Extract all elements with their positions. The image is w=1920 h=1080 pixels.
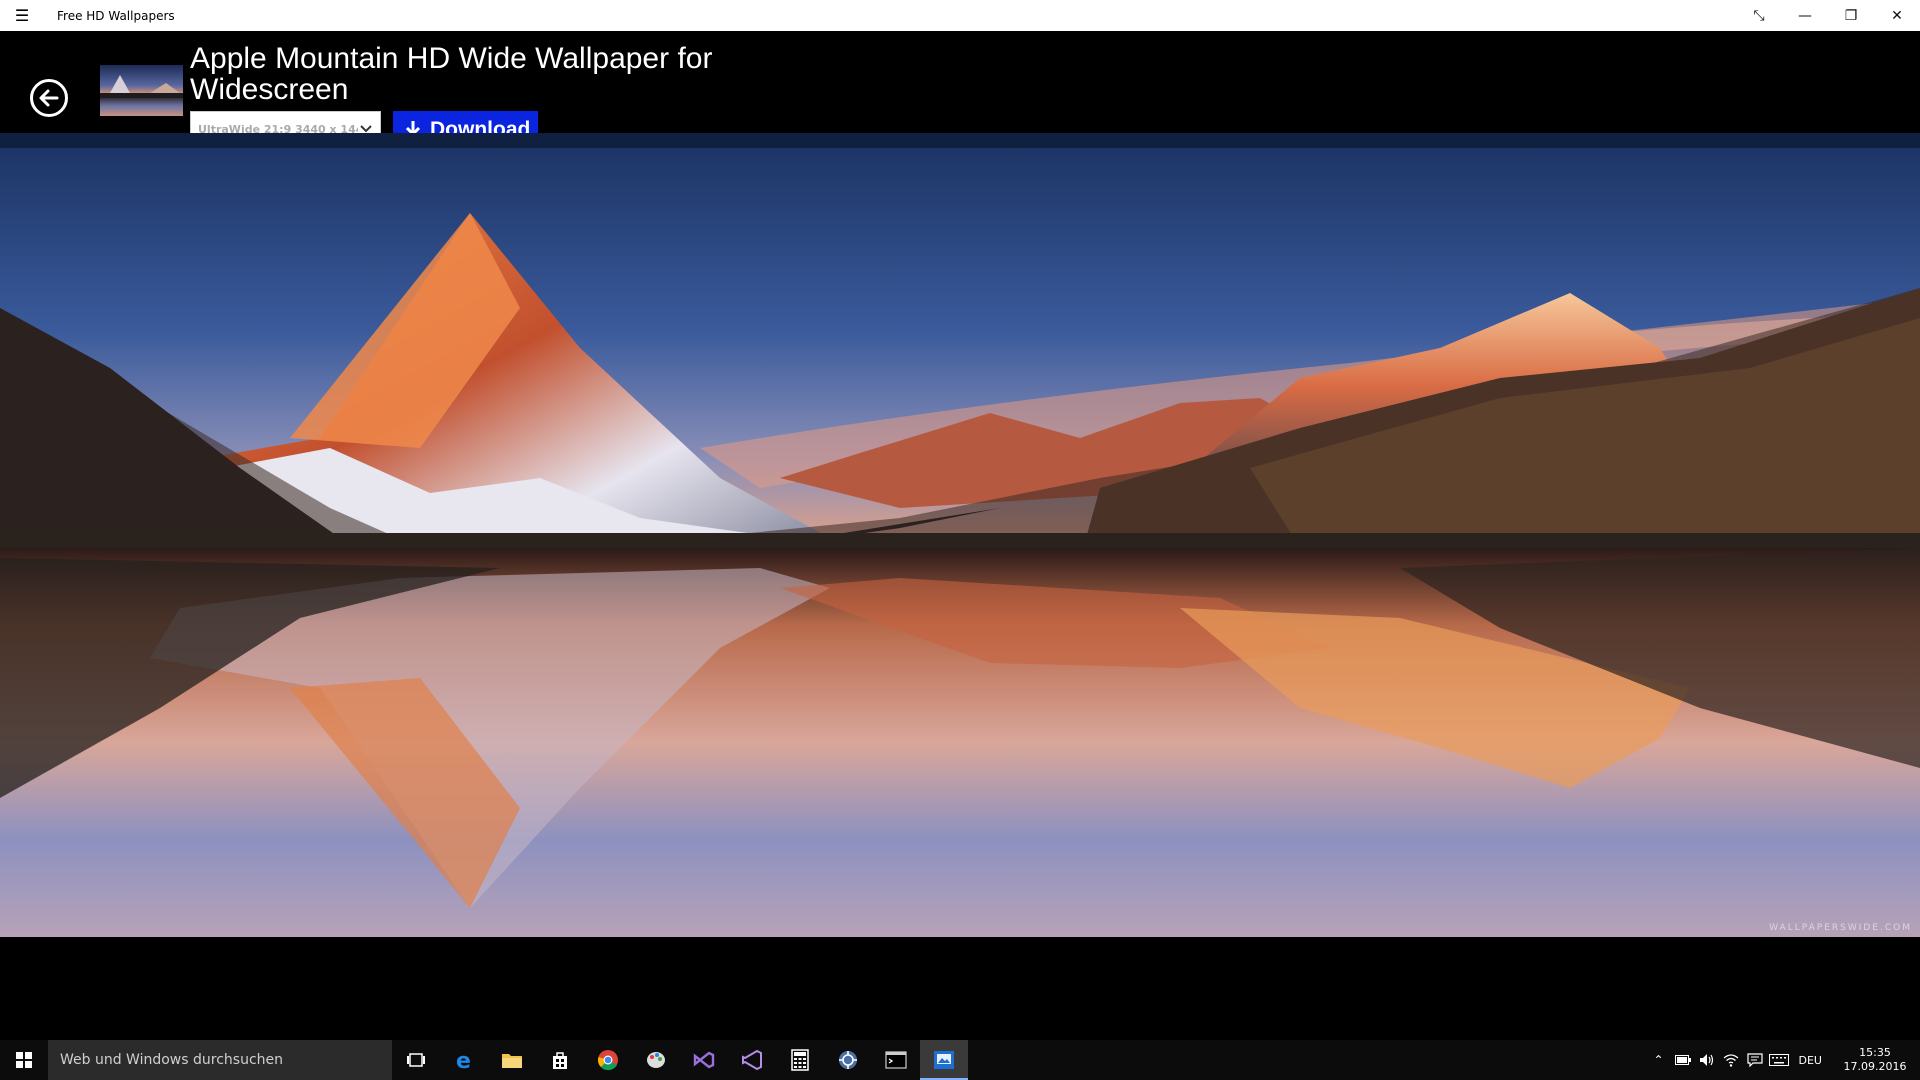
- volume-icon[interactable]: [1695, 1040, 1719, 1080]
- notification-icon[interactable]: [1743, 1040, 1767, 1080]
- settings-gear-icon[interactable]: [824, 1040, 872, 1080]
- search-placeholder: Web und Windows durchsuchen: [60, 1052, 284, 1068]
- wallpaper-app-icon[interactable]: [920, 1040, 968, 1080]
- visual-studio-alt-icon[interactable]: [728, 1040, 776, 1080]
- keyboard-icon[interactable]: [1767, 1040, 1791, 1080]
- file-explorer-icon[interactable]: [488, 1040, 536, 1080]
- window-controls: ⤡ — ❐ ✕: [1736, 0, 1920, 31]
- search-box[interactable]: Web und Windows durchsuchen: [48, 1040, 392, 1080]
- back-arrow-icon: [39, 89, 59, 107]
- clock-date: 17.09.2016: [1843, 1060, 1907, 1073]
- system-tray: ⌃ DEU 15:35 17.09.2016: [1647, 1040, 1920, 1080]
- chrome-icon[interactable]: [584, 1040, 632, 1080]
- task-view-icon[interactable]: [392, 1040, 440, 1080]
- restore-icon[interactable]: ❐: [1828, 0, 1874, 31]
- app-title: Free HD Wallpapers: [57, 8, 175, 23]
- fullscreen-icon[interactable]: ⤡: [1736, 0, 1782, 31]
- wallpaper-preview: WALLPAPERSWIDE.COM: [0, 148, 1920, 937]
- close-icon[interactable]: ✕: [1874, 0, 1920, 31]
- clock-time: 15:35: [1859, 1046, 1891, 1059]
- window-titlebar: ☰ Free HD Wallpapers ⤡ — ❐ ✕: [0, 0, 1920, 31]
- svg-text:e: e: [456, 1049, 471, 1071]
- start-button[interactable]: [0, 1040, 48, 1080]
- edge-icon[interactable]: e: [440, 1040, 488, 1080]
- taskbar: Web und Windows durchsuchen e ⌃ DEU 15:3…: [0, 1040, 1920, 1080]
- chevron-up-icon[interactable]: ⌃: [1647, 1040, 1671, 1080]
- store-icon[interactable]: [536, 1040, 584, 1080]
- clock[interactable]: 15:35 17.09.2016: [1836, 1046, 1914, 1074]
- language-indicator[interactable]: DEU: [1799, 1054, 1822, 1067]
- wifi-icon[interactable]: [1719, 1040, 1743, 1080]
- page-title: Apple Mountain HD Wide Wallpaper for Wid…: [190, 42, 713, 106]
- header-divider: [0, 133, 1920, 148]
- windows-logo-icon: [16, 1052, 32, 1068]
- battery-icon[interactable]: [1671, 1040, 1695, 1080]
- minimize-icon[interactable]: —: [1782, 0, 1828, 31]
- terminal-icon[interactable]: [872, 1040, 920, 1080]
- back-button[interactable]: [30, 79, 68, 117]
- app-header: Apple Mountain HD Wide Wallpaper for Wid…: [0, 31, 1920, 148]
- calculator-icon[interactable]: [776, 1040, 824, 1080]
- paint-icon[interactable]: [632, 1040, 680, 1080]
- taskbar-apps: e: [392, 1040, 968, 1080]
- watermark-text: WALLPAPERSWIDE.COM: [1769, 923, 1912, 933]
- visual-studio-icon[interactable]: [680, 1040, 728, 1080]
- wallpaper-thumbnail: [100, 65, 183, 116]
- hamburger-menu-icon[interactable]: ☰: [0, 0, 44, 31]
